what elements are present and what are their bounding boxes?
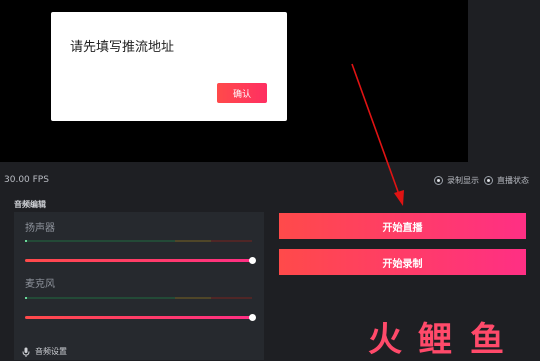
live-status-label: 直播状态: [497, 176, 529, 185]
fps-readout: 30.00 FPS: [4, 175, 49, 185]
speaker-volume-slider[interactable]: [25, 259, 252, 262]
dialog-message: 请先填写推流地址: [70, 40, 175, 55]
start-record-button[interactable]: 开始录制: [279, 249, 526, 275]
mic-volume-slider[interactable]: [25, 316, 252, 319]
watermark-char: 火: [368, 320, 402, 360]
mic-level-meter: [25, 297, 252, 299]
record-display-label: 录制显示: [447, 176, 479, 185]
radio-icon: [434, 176, 443, 185]
audio-section-title: 音频编辑: [14, 200, 46, 209]
speaker-level-indicator: [25, 240, 27, 242]
status-bar: 30.00 FPS 录制显示 直播状态: [0, 172, 540, 190]
speaker-label: 扬声器: [25, 223, 55, 234]
audio-settings-link[interactable]: 音频设置: [22, 346, 67, 357]
record-display-toggle[interactable]: 录制显示: [434, 175, 479, 186]
microphone-icon: [22, 347, 30, 357]
mic-label: 麦克风: [25, 279, 55, 290]
start-live-button[interactable]: 开始直播: [279, 213, 526, 239]
audio-settings-label: 音频设置: [35, 347, 67, 356]
confirm-button[interactable]: 确认: [217, 83, 267, 103]
live-status-toggle[interactable]: 直播状态: [484, 175, 529, 186]
mic-volume-knob[interactable]: [249, 314, 256, 321]
speaker-volume-knob[interactable]: [249, 257, 256, 264]
watermark-char: 鲤: [418, 320, 452, 360]
audio-panel: 扬声器 麦克风: [14, 212, 264, 360]
watermark-char: 鱼: [470, 320, 504, 360]
preview-sidebar: [468, 0, 540, 162]
radio-icon: [484, 176, 493, 185]
mic-level-indicator: [25, 297, 27, 299]
alert-dialog: 请先填写推流地址 确认: [51, 12, 287, 121]
speaker-level-meter: [25, 240, 252, 242]
